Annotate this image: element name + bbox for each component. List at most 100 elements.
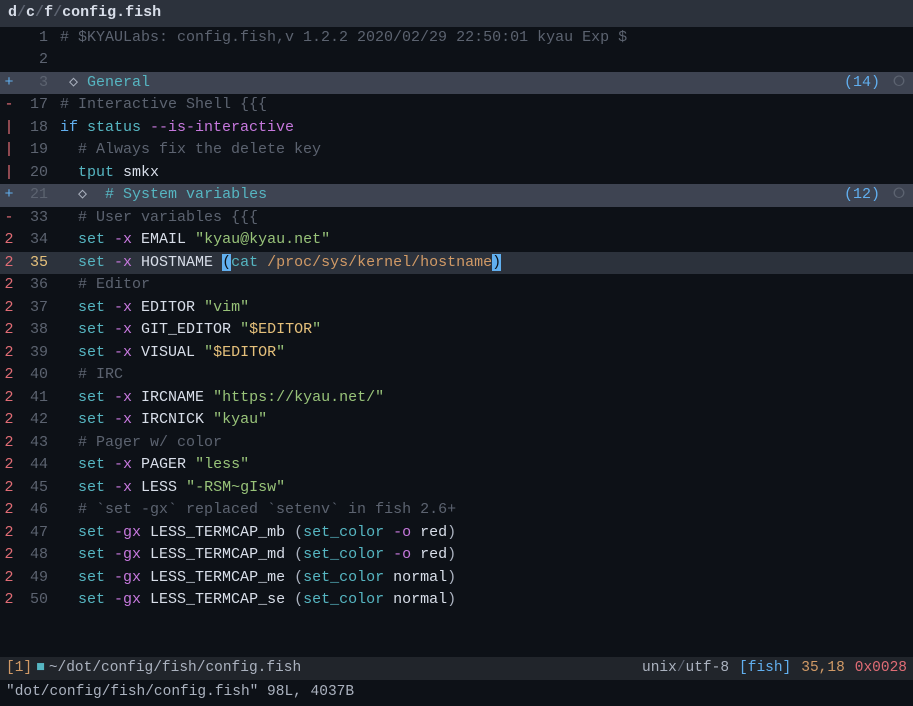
code-line[interactable]: -33 # User variables {{{	[0, 207, 913, 230]
fold-gutter[interactable]	[0, 49, 18, 72]
fold-gutter[interactable]: |	[0, 139, 18, 162]
code-line[interactable]: 246 # `set -gx` replaced `setenv` in fis…	[0, 499, 913, 522]
fold-gutter[interactable]: 2	[0, 252, 18, 275]
code-text[interactable]: # Pager w/ color	[56, 432, 913, 455]
code-line[interactable]: 245 set -x LESS "-RSM~gIsw"	[0, 477, 913, 500]
code-text[interactable]: ◇ General	[56, 72, 844, 95]
fold-gutter[interactable]: 2	[0, 477, 18, 500]
code-line[interactable]: 240 # IRC	[0, 364, 913, 387]
code-line[interactable]: -17# Interactive Shell {{{	[0, 94, 913, 117]
fold-gutter[interactable]: +	[0, 184, 18, 207]
code-text[interactable]: set -x GIT_EDITOR "$EDITOR"	[56, 319, 913, 342]
fold-gutter[interactable]	[0, 27, 18, 50]
code-line[interactable]: 248 set -gx LESS_TERMCAP_md (set_color -…	[0, 544, 913, 567]
code-line[interactable]: 249 set -gx LESS_TERMCAP_me (set_color n…	[0, 567, 913, 590]
code-line[interactable]: 238 set -x GIT_EDITOR "$EDITOR"	[0, 319, 913, 342]
token: set_color	[303, 569, 393, 586]
code-text[interactable]: set -x PAGER "less"	[56, 454, 913, 477]
code-text[interactable]: set -x LESS "-RSM~gIsw"	[56, 477, 913, 500]
code-text[interactable]: set -x EMAIL "kyau@kyau.net"	[56, 229, 913, 252]
code-line[interactable]: 234 set -x EMAIL "kyau@kyau.net"	[0, 229, 913, 252]
fold-gutter[interactable]: 2	[0, 567, 18, 590]
code-content[interactable]: 1# $KYAULabs: config.fish,v 1.2.2 2020/0…	[0, 27, 913, 658]
code-text[interactable]: set -x HOSTNAME (cat /proc/sys/kernel/ho…	[56, 252, 913, 275]
code-text[interactable]: set -x IRCNICK "kyau"	[56, 409, 913, 432]
code-line[interactable]: +3 ◇ General(14) ⭘	[0, 72, 913, 95]
code-line[interactable]: 247 set -gx LESS_TERMCAP_mb (set_color -…	[0, 522, 913, 545]
char-hex-code: 0x0028	[855, 658, 907, 680]
code-line[interactable]: 239 set -x VISUAL "$EDITOR"	[0, 342, 913, 365]
filetype: [fish]	[739, 658, 791, 680]
fold-info[interactable]: (12) ⭘	[844, 184, 913, 207]
fold-gutter[interactable]: 2	[0, 499, 18, 522]
fold-gutter[interactable]: 2	[0, 432, 18, 455]
code-line[interactable]: 235 set -x HOSTNAME (cat /proc/sys/kerne…	[0, 252, 913, 275]
code-text[interactable]: # Interactive Shell {{{	[56, 94, 913, 117]
fold-info[interactable]: (14) ⭘	[844, 72, 913, 95]
token: set_color	[303, 591, 393, 608]
fold-gutter[interactable]: |	[0, 162, 18, 185]
code-text[interactable]: # Editor	[56, 274, 913, 297]
code-text[interactable]: # User variables {{{	[56, 207, 913, 230]
code-text[interactable]: set -x VISUAL "$EDITOR"	[56, 342, 913, 365]
fold-gutter[interactable]: 2	[0, 522, 18, 545]
code-line[interactable]: |20 tput smkx	[0, 162, 913, 185]
code-text[interactable]: # IRC	[56, 364, 913, 387]
fold-gutter[interactable]: 2	[0, 342, 18, 365]
line-number: 43	[18, 432, 56, 455]
token: -o	[393, 546, 420, 563]
code-line[interactable]: 242 set -x IRCNICK "kyau"	[0, 409, 913, 432]
token	[60, 366, 78, 383]
fold-gutter[interactable]: 2	[0, 364, 18, 387]
file-path: ~/dot/config/fish/config.fish	[49, 658, 301, 680]
fold-gutter[interactable]: |	[0, 117, 18, 140]
fold-toggle-icon[interactable]: ⭘	[884, 72, 905, 95]
fold-gutter[interactable]: -	[0, 94, 18, 117]
code-line[interactable]: 1# $KYAULabs: config.fish,v 1.2.2 2020/0…	[0, 27, 913, 50]
code-line[interactable]: 250 set -gx LESS_TERMCAP_se (set_color n…	[0, 589, 913, 612]
fold-gutter[interactable]: 2	[0, 229, 18, 252]
fold-gutter[interactable]: 2	[0, 387, 18, 410]
code-line[interactable]: 236 # Editor	[0, 274, 913, 297]
fold-gutter[interactable]: 2	[0, 544, 18, 567]
token: set_color	[303, 546, 393, 563]
code-line[interactable]: 2	[0, 49, 913, 72]
fold-gutter[interactable]: 2	[0, 409, 18, 432]
token: $EDITOR	[249, 321, 312, 338]
fold-gutter[interactable]: 2	[0, 274, 18, 297]
code-line[interactable]: 241 set -x IRCNAME "https://kyau.net/"	[0, 387, 913, 410]
code-text[interactable]: set -x EDITOR "vim"	[56, 297, 913, 320]
line-number: 21	[18, 184, 56, 207]
fold-gutter[interactable]: -	[0, 207, 18, 230]
fold-gutter[interactable]: 2	[0, 589, 18, 612]
code-text[interactable]: set -x IRCNAME "https://kyau.net/"	[56, 387, 913, 410]
code-line[interactable]: |19 # Always fix the delete key	[0, 139, 913, 162]
code-text[interactable]: set -gx LESS_TERMCAP_md (set_color -o re…	[56, 544, 913, 567]
code-text[interactable]: set -gx LESS_TERMCAP_mb (set_color -o re…	[56, 522, 913, 545]
fold-gutter[interactable]: 2	[0, 454, 18, 477]
code-line[interactable]: 243 # Pager w/ color	[0, 432, 913, 455]
code-text[interactable]: if status --is-interactive	[56, 117, 913, 140]
command-line[interactable]: "dot/config/fish/config.fish" 98L, 4037B	[0, 680, 913, 706]
fold-gutter[interactable]: 2	[0, 319, 18, 342]
token	[60, 141, 78, 158]
fold-gutter[interactable]: +	[0, 72, 18, 95]
code-text[interactable]: set -gx LESS_TERMCAP_se (set_color norma…	[56, 589, 913, 612]
code-text[interactable]: # `set -gx` replaced `setenv` in fish 2.…	[56, 499, 913, 522]
code-text[interactable]: set -gx LESS_TERMCAP_me (set_color norma…	[56, 567, 913, 590]
code-line[interactable]: |18if status --is-interactive	[0, 117, 913, 140]
code-text[interactable]: # Always fix the delete key	[56, 139, 913, 162]
code-line[interactable]: +21 ◇ # System variables(12) ⭘	[0, 184, 913, 207]
token: ◇	[60, 74, 87, 91]
token: # IRC	[78, 366, 123, 383]
token	[60, 254, 78, 271]
code-line[interactable]: 244 set -x PAGER "less"	[0, 454, 913, 477]
code-text[interactable]: ◇ # System variables	[56, 184, 844, 207]
token: -x	[114, 344, 141, 361]
code-text[interactable]: # $KYAULabs: config.fish,v 1.2.2 2020/02…	[56, 27, 913, 50]
code-line[interactable]: 237 set -x EDITOR "vim"	[0, 297, 913, 320]
token: (	[294, 569, 303, 586]
fold-gutter[interactable]: 2	[0, 297, 18, 320]
code-text[interactable]: tput smkx	[56, 162, 913, 185]
fold-toggle-icon[interactable]: ⭘	[884, 184, 905, 207]
